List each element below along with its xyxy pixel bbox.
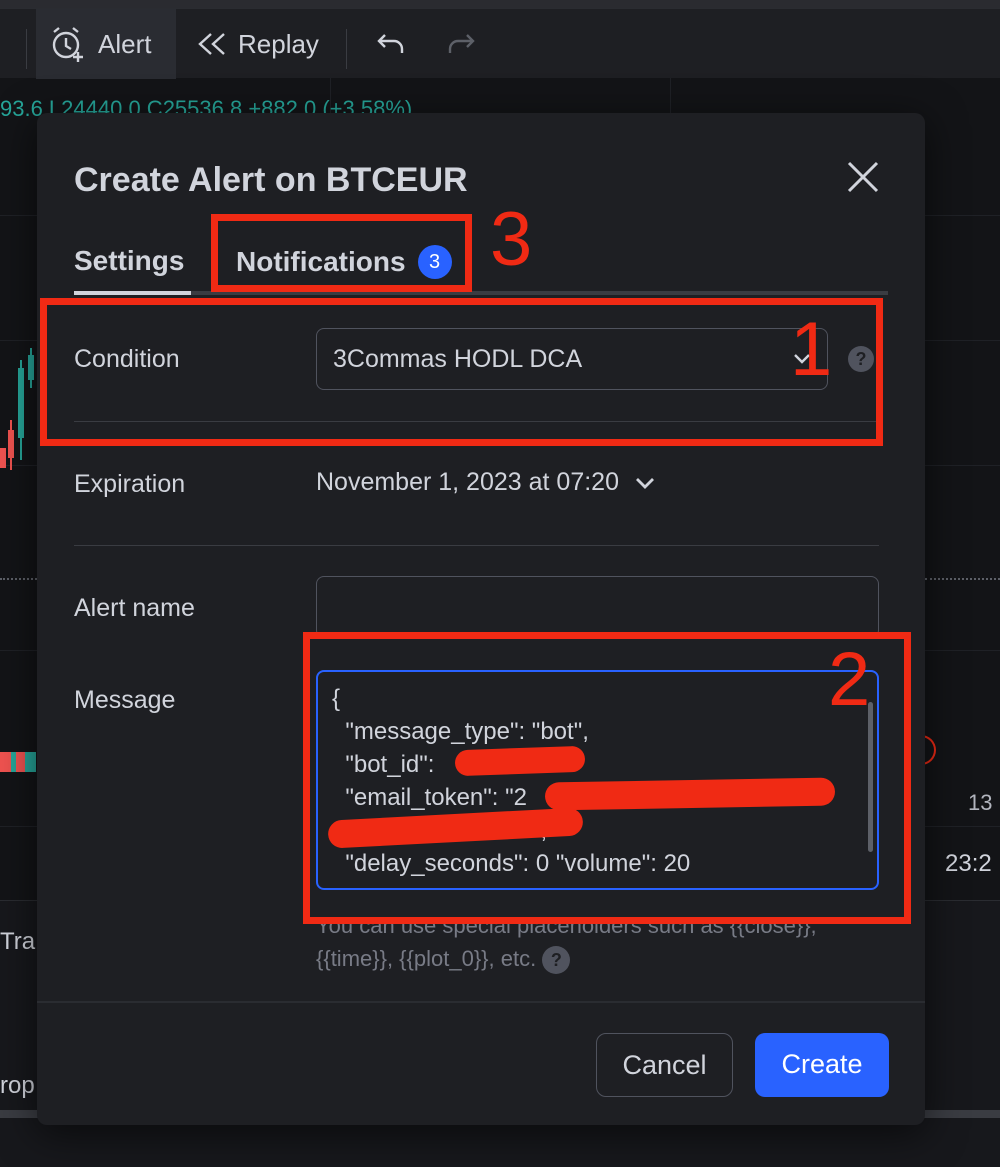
alert-button[interactable]: Alert xyxy=(36,9,176,79)
toolbar-separator xyxy=(346,29,347,69)
replay-button-label: Replay xyxy=(238,28,319,59)
expiration-label: Expiration xyxy=(74,470,186,498)
window-top-strip xyxy=(0,0,1000,8)
time-axis-label: 23:2 xyxy=(945,850,992,877)
section-divider xyxy=(74,545,879,546)
undo-button[interactable] xyxy=(364,9,428,79)
chevron-down-icon xyxy=(635,477,654,489)
annotation-box-1 xyxy=(40,298,883,446)
price-line-left xyxy=(0,578,37,580)
expiration-dropdown[interactable]: November 1, 2023 at 07:20 xyxy=(316,468,657,497)
rewind-icon xyxy=(198,33,225,55)
annotation-box-2 xyxy=(303,632,911,924)
close-button[interactable] xyxy=(843,157,883,197)
annotation-box-3 xyxy=(211,214,472,292)
close-icon xyxy=(847,161,879,193)
toolbar-separator xyxy=(26,29,27,69)
tabs-divider xyxy=(74,291,888,295)
price-line-right xyxy=(925,578,1000,580)
candle xyxy=(0,448,6,468)
create-button[interactable]: Create xyxy=(755,1033,889,1097)
placeholder-help-icon[interactable]: ? xyxy=(542,946,571,975)
tab-settings[interactable]: Settings xyxy=(74,245,184,277)
cancel-button[interactable]: Cancel xyxy=(596,1033,733,1097)
candle xyxy=(8,430,14,458)
annotation-number-2: 2 xyxy=(828,637,871,722)
message-label: Message xyxy=(74,686,176,714)
footer-divider xyxy=(37,1001,925,1003)
alert-name-label: Alert name xyxy=(74,594,195,622)
volume-bars xyxy=(0,752,36,772)
price-axis-label: 13 xyxy=(968,790,993,815)
top-toolbar: Alert Replay xyxy=(0,8,1000,79)
replay-button[interactable]: Replay xyxy=(184,9,331,79)
alert-name-input[interactable] xyxy=(316,576,879,638)
bottom-panel-tab-trading[interactable]: Tra xyxy=(0,928,35,956)
dialog-title: Create Alert on BTCEUR xyxy=(74,161,468,199)
undo-icon xyxy=(377,34,404,53)
redo-icon xyxy=(448,34,475,53)
active-tab-indicator xyxy=(74,291,191,295)
candle xyxy=(18,368,24,438)
expiration-value: November 1, 2023 at 07:20 xyxy=(316,468,619,496)
bottom-panel-tab-properties[interactable]: rop xyxy=(0,1072,35,1100)
annotation-number-1: 1 xyxy=(790,307,833,392)
create-alert-dialog: Create Alert on BTCEUR Settings Notifica… xyxy=(37,113,925,1125)
redo-button[interactable] xyxy=(434,9,498,79)
candle xyxy=(28,355,34,380)
alert-button-label: Alert xyxy=(98,28,152,59)
annotation-number-3: 3 xyxy=(490,197,533,282)
alarm-clock-plus-icon xyxy=(52,27,83,62)
